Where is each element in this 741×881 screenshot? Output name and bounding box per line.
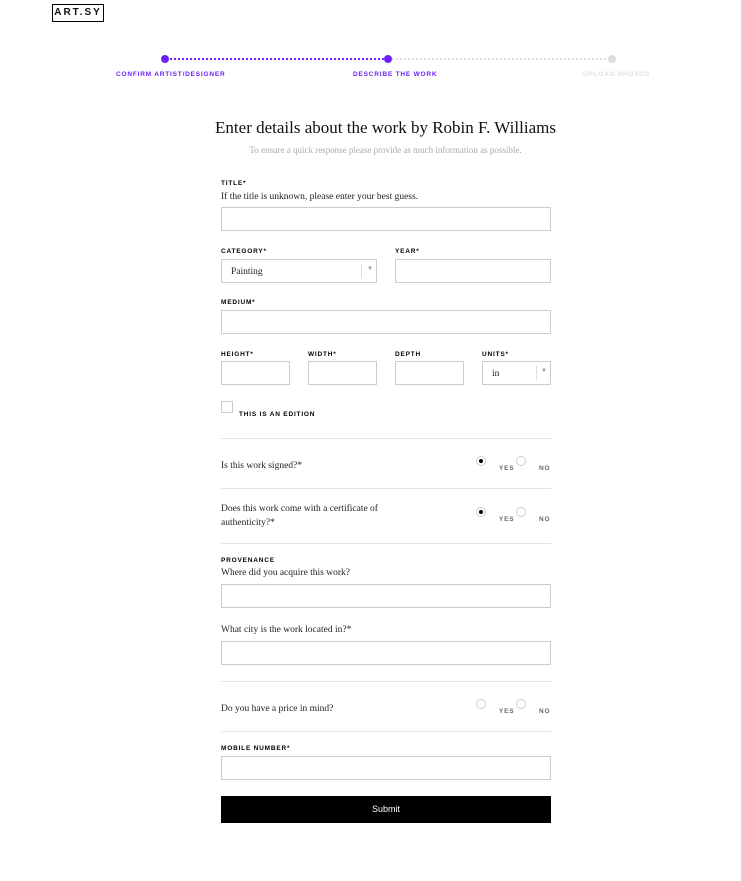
signed-no-radio[interactable] (516, 456, 526, 466)
edition-checkbox[interactable] (221, 401, 233, 413)
signed-no-label[interactable]: NO (539, 465, 550, 472)
year-label: YEAR* (395, 248, 420, 255)
divider (221, 488, 551, 489)
height-input[interactable] (221, 361, 290, 385)
step-dot-describe-work (384, 55, 392, 63)
units-select[interactable]: in ▼ (482, 361, 551, 385)
width-input[interactable] (308, 361, 377, 385)
provenance-label: PROVENANCE (221, 557, 275, 564)
page-subtitle: To ensure a quick response please provid… (249, 145, 522, 155)
edition-label[interactable]: THIS IS AN EDITION (239, 411, 315, 418)
units-label: UNITS* (482, 351, 509, 358)
medium-input[interactable] (221, 310, 551, 334)
price-question: Do you have a price in mind? (221, 704, 334, 714)
price-no-label[interactable]: NO (539, 708, 550, 715)
mobile-number-input[interactable] (221, 756, 551, 780)
title-label: TITLE* (221, 180, 247, 187)
divider (221, 543, 551, 544)
year-input[interactable] (395, 259, 551, 283)
step-label-describe-work: DESCRIBE THE WORK (353, 71, 438, 78)
step-dot-upload-photos (608, 55, 616, 63)
divider (221, 681, 551, 682)
step-label-upload-photos: UPLOAD PHOTOS (583, 71, 650, 78)
signed-yes-radio[interactable] (476, 456, 486, 466)
mobile-number-label: MOBILE NUMBER* (221, 745, 291, 752)
certificate-yes-radio[interactable] (476, 507, 486, 517)
price-yes-radio[interactable] (476, 699, 486, 709)
medium-label: MEDIUM* (221, 299, 256, 306)
signed-yes-label[interactable]: YES (499, 465, 514, 472)
certificate-no-radio[interactable] (516, 507, 526, 517)
artsy-logo[interactable]: ART.SY (52, 4, 104, 22)
depth-input[interactable] (395, 361, 464, 385)
units-selected-value: in (492, 369, 500, 379)
category-select[interactable]: Painting ▼ (221, 259, 377, 283)
city-input[interactable] (221, 641, 551, 665)
progress-line-done (166, 58, 388, 60)
chevron-down-icon: ▼ (367, 266, 373, 272)
depth-label: DEPTH (395, 351, 422, 358)
price-no-radio[interactable] (516, 699, 526, 709)
signed-question: Is this work signed?* (221, 461, 303, 471)
page-title: Enter details about the work by Robin F.… (215, 118, 556, 137)
certificate-question: Does this work come with a certificate o… (221, 504, 378, 528)
provenance-help-text: Where did you acquire this work? (221, 568, 350, 578)
title-help-text: If the title is unknown, please enter yo… (221, 192, 419, 202)
category-selected-value: Painting (231, 267, 263, 277)
price-yes-label[interactable]: YES (499, 708, 514, 715)
units-select-divider (536, 366, 537, 380)
height-label: HEIGHT* (221, 351, 254, 358)
provenance-input[interactable] (221, 584, 551, 608)
chevron-down-icon: ▼ (541, 368, 547, 374)
category-label: CATEGORY* (221, 248, 267, 255)
divider (221, 731, 551, 732)
submit-button[interactable]: Submit (221, 796, 551, 823)
width-label: WIDTH* (308, 351, 337, 358)
divider (221, 438, 551, 439)
step-dot-confirm-artist (161, 55, 169, 63)
city-help-text: What city is the work located in?* (221, 625, 352, 635)
progress-line-upcoming (392, 58, 610, 60)
certificate-yes-label[interactable]: YES (499, 516, 514, 523)
title-input[interactable] (221, 207, 551, 231)
step-label-confirm-artist[interactable]: CONFIRM ARTIST/DESIGNER (116, 71, 226, 78)
certificate-no-label[interactable]: NO (539, 516, 550, 523)
category-select-divider (361, 264, 362, 278)
